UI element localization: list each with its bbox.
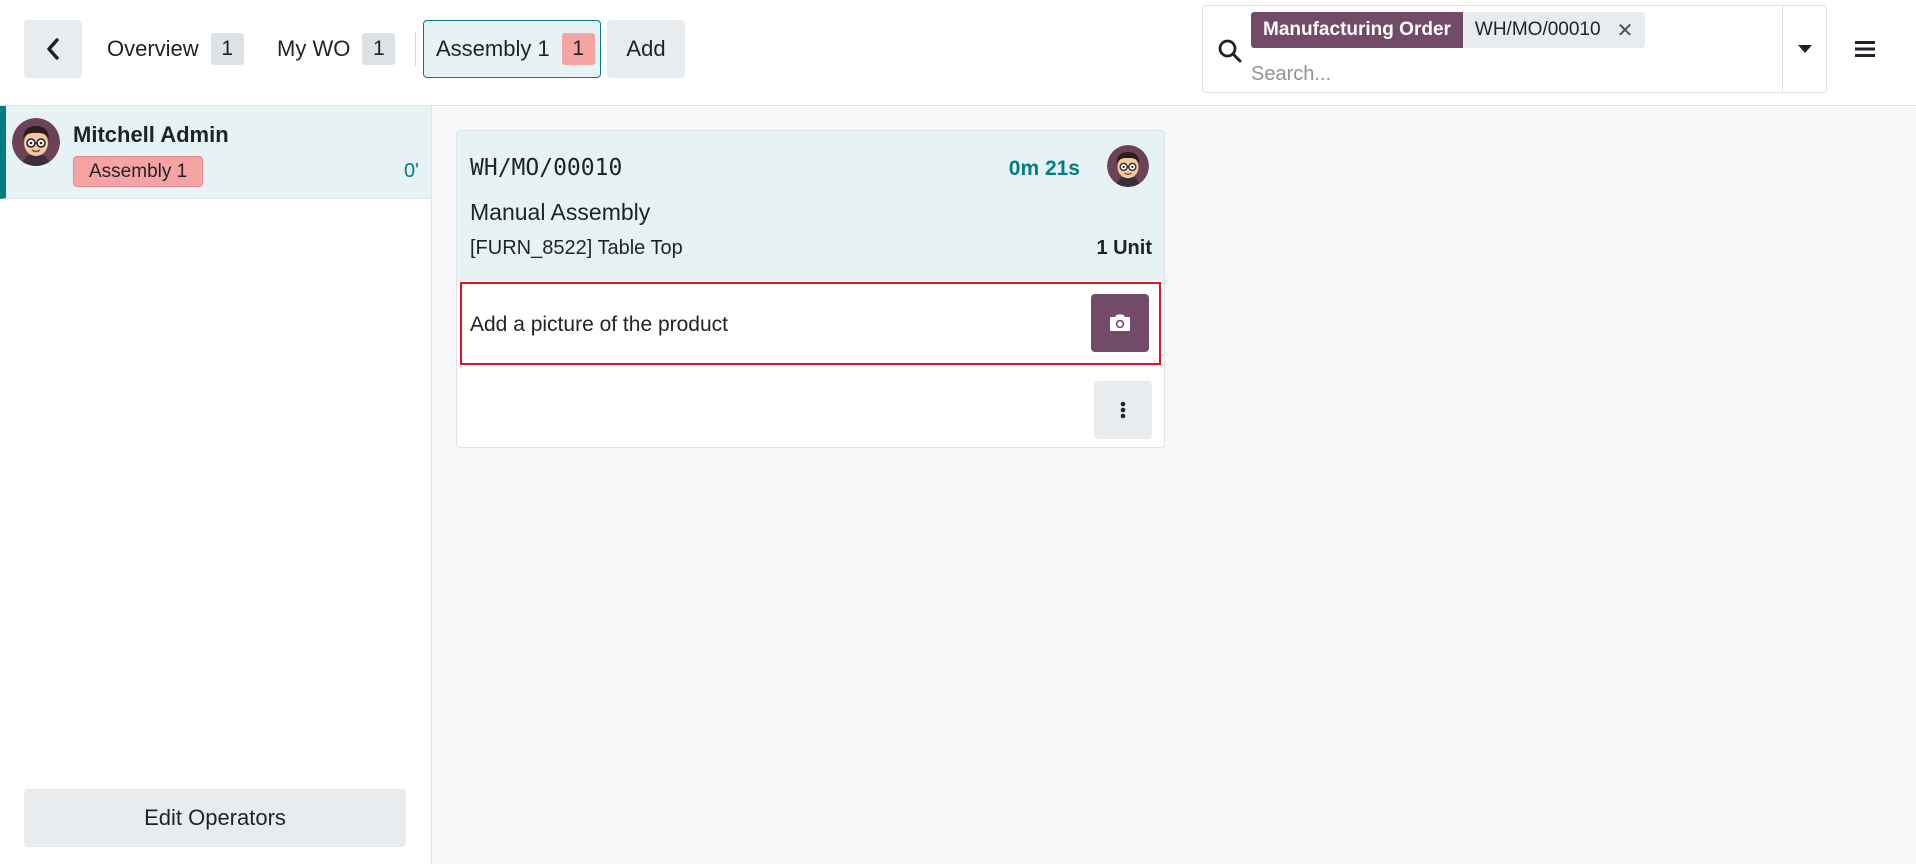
operator-name: Mitchell Admin xyxy=(73,122,229,147)
workorder-reference: WH/MO/00010 xyxy=(470,155,623,181)
search-icon xyxy=(1217,38,1245,66)
search-options-toggle[interactable] xyxy=(1782,6,1826,92)
workorder-product: [FURN_8522] Table Top xyxy=(470,237,683,259)
tab-overview-label: Overview xyxy=(107,36,199,61)
search-panel: Manufacturing Order WH/MO/00010 ✕ xyxy=(1202,5,1827,93)
tab-workcenter-count: 1 xyxy=(561,33,595,65)
step-label: Add a picture of the product xyxy=(470,313,728,336)
top-bar: Overview 1 My WO 1 Assembly 1 1 Add Manu… xyxy=(0,0,1916,106)
operator-row[interactable]: Mitchell Admin Assembly 1 0' xyxy=(0,106,431,199)
workorders-area: WH/MO/00010 0m 21s Manual Assembly [FURN xyxy=(432,106,1916,864)
operator-time: 0' xyxy=(404,160,419,182)
add-workcenter-button[interactable]: Add xyxy=(607,20,685,78)
workorder-card: WH/MO/00010 0m 21s Manual Assembly [FURN xyxy=(456,130,1165,448)
more-options-button[interactable] xyxy=(1094,381,1152,439)
search-facet: Manufacturing Order WH/MO/00010 ✕ xyxy=(1251,12,1646,48)
nav-divider xyxy=(415,32,416,66)
tab-workcenter-label: Assembly 1 xyxy=(436,36,550,61)
operators-sidebar: Mitchell Admin Assembly 1 0' Edit Operat… xyxy=(0,106,432,864)
vertical-ellipsis-icon xyxy=(1120,401,1126,419)
camera-icon xyxy=(1110,314,1130,331)
workorder-quantity: 1 Unit xyxy=(1096,237,1152,259)
tab-workcenter-assembly[interactable]: Assembly 1 1 xyxy=(423,20,601,78)
workorder-card-footer xyxy=(457,367,1164,447)
chevron-left-icon xyxy=(47,38,59,60)
tab-my-wo[interactable]: My WO 1 xyxy=(277,20,396,78)
hamburger-menu-icon xyxy=(1855,41,1875,57)
search-facet-label: Manufacturing Order xyxy=(1251,12,1463,48)
main-menu-button[interactable] xyxy=(1846,30,1884,68)
tab-overview-count: 1 xyxy=(210,33,244,65)
avatar xyxy=(12,118,60,166)
take-picture-button[interactable] xyxy=(1091,294,1149,352)
workorder-operation: Manual Assembly xyxy=(470,199,651,225)
operator-workcenter-badge: Assembly 1 xyxy=(73,156,204,187)
workorder-step-row[interactable]: Add a picture of the product xyxy=(460,282,1161,365)
tab-overview[interactable]: Overview 1 xyxy=(107,20,244,78)
workorder-card-header[interactable]: WH/MO/00010 0m 21s Manual Assembly [FURN xyxy=(457,131,1164,281)
edit-operators-button[interactable]: Edit Operators xyxy=(24,789,406,847)
caret-down-icon xyxy=(1797,44,1812,53)
workorder-timer: 0m 21s xyxy=(1008,157,1080,180)
tab-my-wo-label: My WO xyxy=(277,36,351,61)
search-input[interactable] xyxy=(1251,58,1741,90)
tab-my-wo-count: 1 xyxy=(362,33,396,65)
avatar xyxy=(1107,145,1149,187)
back-button[interactable] xyxy=(24,20,82,78)
close-icon[interactable]: ✕ xyxy=(1612,12,1646,48)
search-facet-value: WH/MO/00010 xyxy=(1462,12,1613,48)
